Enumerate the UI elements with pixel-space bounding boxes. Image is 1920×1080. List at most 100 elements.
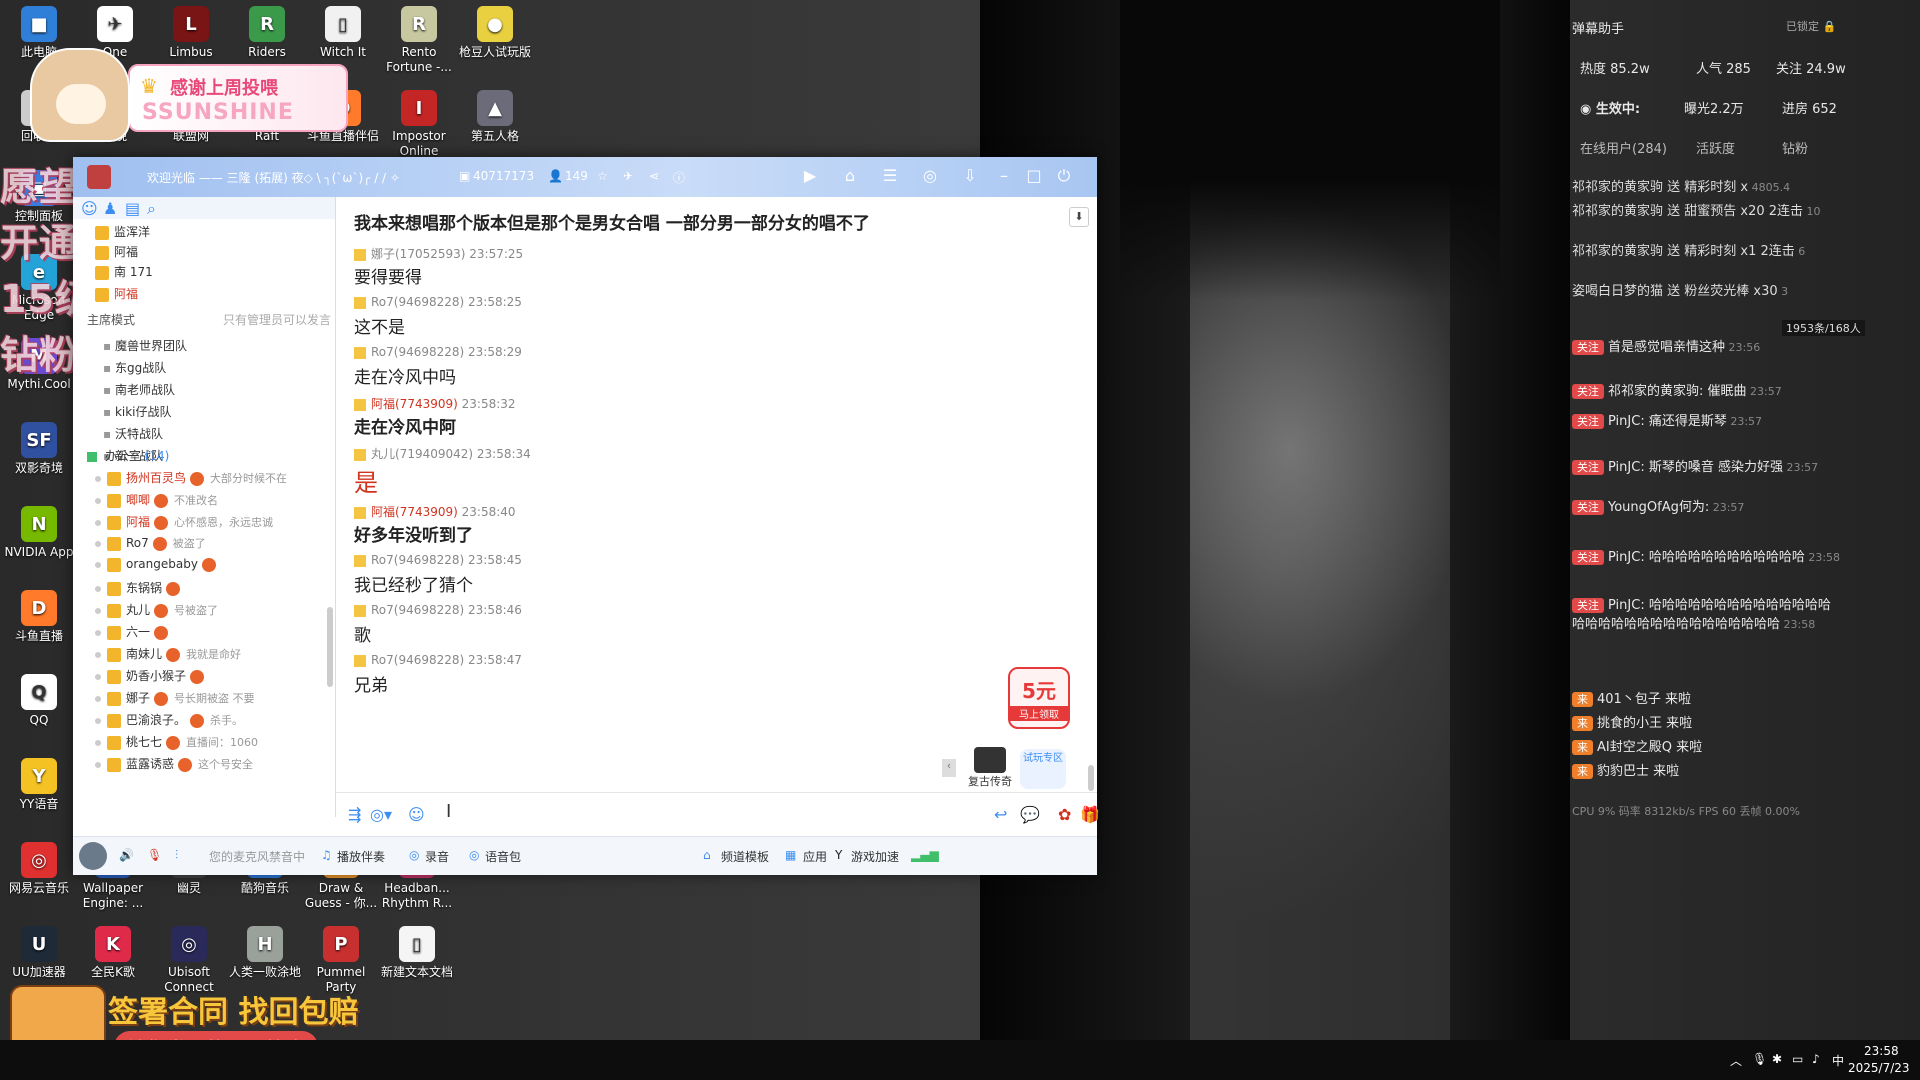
message-user[interactable]: Ro7(94698228) (371, 295, 464, 309)
minimize-icon[interactable]: – (993, 166, 1015, 188)
tray-bluetooth-icon[interactable]: ✱ (1772, 1052, 1782, 1066)
ad-collapse-button[interactable]: ‹ (942, 759, 956, 777)
danmaku-locked[interactable]: 已锁定 🔒 (1786, 18, 1836, 34)
tree-scrollbar[interactable] (327, 607, 333, 687)
reply-icon[interactable]: ↩ (994, 805, 1007, 824)
gift-icon[interactable]: 🎁 (1080, 805, 1100, 824)
team-item[interactable]: ▪ 南老师战队 (103, 381, 175, 401)
message-user[interactable]: 丸儿(719409042) (371, 447, 473, 461)
user-icon[interactable]: ☺ (81, 199, 98, 218)
record-button[interactable]: 录音 (425, 848, 449, 865)
tab-diamond-fans[interactable]: 钻粉 (1782, 138, 1808, 157)
desktop-icon-top-5[interactable]: R Rento Fortune -... (382, 6, 456, 75)
download-icon[interactable]: ⇩ (959, 166, 981, 188)
speaker-icon[interactable]: 🔊 (119, 848, 134, 862)
game-ad-1[interactable]: 复古传奇 (964, 747, 1016, 789)
tray-up-icon[interactable]: ︿ (1730, 1052, 1742, 1069)
member-item[interactable]: 阿福 心怀感恩，永远忠诚 (95, 513, 273, 533)
office-group[interactable]: 办公室 (14) (87, 447, 169, 467)
emoji-icon[interactable]: ☺ (408, 805, 425, 824)
tab-mode[interactable]: 主席模式 (87, 311, 135, 331)
member-item[interactable]: 娜子 号长期被盗 不要 (95, 689, 255, 709)
desktop-icon-left-4[interactable]: N NVIDIA App (2, 506, 76, 560)
member-item[interactable]: 东锅锅 (95, 579, 186, 599)
desktop-icon-bottom2-2[interactable]: H 人类一败涂地 (228, 926, 302, 980)
game-icon[interactable]: ◎▾ (370, 805, 392, 824)
member-item[interactable]: 奶香小猴子 (95, 667, 210, 687)
member-item[interactable]: 六一 (95, 623, 174, 643)
power-icon[interactable]: ⏻ (1053, 166, 1075, 188)
desktop-icon-top-4[interactable]: ▯ Witch It (306, 6, 380, 60)
desktop-icon-row2-6[interactable]: ▲ 第五人格 (458, 90, 532, 144)
member-item[interactable]: 扬州百灵鸟 大部分时候不在 (95, 469, 287, 489)
message-user[interactable]: Ro7(94698228) (371, 603, 464, 617)
vip-user-2[interactable]: 阿福 (95, 243, 138, 263)
team-item[interactable]: ▪ 魔兽世界团队 (103, 337, 187, 357)
desktop-icon-left-5[interactable]: D 斗鱼直播 (2, 590, 76, 644)
vip-user-3[interactable]: 南 171 (95, 263, 153, 283)
red-envelope-promo[interactable]: 5元 马上领取 (1008, 667, 1070, 729)
team-item[interactable]: ▪ 沃特战队 (103, 425, 163, 445)
flower-icon[interactable]: ✿ (1058, 805, 1071, 824)
tab-activity[interactable]: 活跃度 (1696, 138, 1735, 157)
accompany-button[interactable]: 播放伴奏 (337, 848, 385, 865)
message-user[interactable]: Ro7(94698228) (371, 553, 464, 567)
member-item[interactable]: 南妹儿 我就是命好 (95, 645, 241, 665)
member-item[interactable]: 桃七七 直播间：1060 (95, 733, 258, 753)
member-item[interactable]: 蓝露诱惑 这个号安全 (95, 755, 253, 775)
desktop-icon-bottom2-0[interactable]: K 全民K歌 (76, 926, 150, 980)
tray-network-icon[interactable]: ▭ (1792, 1052, 1803, 1066)
home-icon[interactable]: ⌂ (839, 166, 861, 188)
pin-icon[interactable]: ✈ (623, 169, 633, 183)
list-icon[interactable]: ☰ (879, 166, 901, 188)
desktop-icon-left-9[interactable]: U UU加速器 (2, 926, 76, 980)
mic-muted-icon[interactable]: 🎙 (147, 848, 162, 862)
apps-button[interactable]: 应用 (803, 848, 827, 865)
desktop-icon-top-3[interactable]: R Riders (230, 6, 304, 60)
member-item[interactable]: 巴渝浪子。 杀手。 (95, 711, 243, 731)
mixer-icon[interactable]: ⫶ (175, 848, 178, 863)
share-icon[interactable]: ⋖ (649, 169, 659, 183)
message-user[interactable]: 阿福(7743909) (371, 397, 458, 411)
desktop-icon-left-6[interactable]: Q QQ (2, 674, 76, 728)
template-button[interactable]: 频道模板 (721, 848, 769, 865)
video-icon[interactable]: ▶ (799, 166, 821, 188)
member-item[interactable]: orangebaby (95, 557, 222, 577)
tray-volume-icon[interactable]: ♪ (1812, 1052, 1820, 1066)
team-item[interactable]: ▪ 东gg战队 (103, 359, 166, 379)
vip-user-1[interactable]: 监浑洋 (95, 223, 150, 243)
tab-online-users[interactable]: 在线用户(284) (1580, 138, 1667, 157)
clock-time[interactable]: 23:58 (1864, 1044, 1899, 1058)
info-icon[interactable]: ⓘ (673, 169, 685, 186)
member-item[interactable]: 唧唧 不准改名 (95, 491, 218, 511)
voice-pack-button[interactable]: 语音包 (485, 848, 521, 865)
clock-date[interactable]: 2025/7/23 (1848, 1061, 1910, 1075)
game-boost-button[interactable]: 游戏加速 (851, 848, 899, 865)
chat-bubble-icon[interactable]: 💬 (1020, 805, 1040, 824)
send-effect-icon[interactable]: ⇶ (348, 805, 361, 824)
desktop-icon-left-8[interactable]: ◎ 网易云音乐 (2, 842, 76, 896)
desktop-icon-left-3[interactable]: SF 双影奇境 (2, 422, 76, 476)
desktop-icon-top-2[interactable]: L Limbus (154, 6, 228, 60)
search-icon[interactable]: ⌕ (147, 199, 156, 219)
people-icon[interactable]: ♟ (103, 199, 117, 218)
team-item[interactable]: ▪ kiki仔战队 (103, 403, 172, 423)
window-titlebar[interactable]: 欢迎光临 —— 三隆 (拓展) 夜◇ \ ╮(`ω`)╭ / / ✧ ▣ 407… (73, 157, 1097, 197)
self-avatar[interactable] (79, 842, 107, 870)
message-user[interactable]: 阿福(7743909) (371, 505, 458, 519)
top-user[interactable]: 阿福 (95, 285, 138, 305)
maximize-icon[interactable]: □ (1023, 166, 1045, 188)
message-user[interactable]: 娜子(17052593) (371, 247, 465, 261)
desktop-icon-bottom2-4[interactable]: ▯ 新建文本文档 (380, 926, 454, 980)
gamepad-icon[interactable]: ◎ (919, 166, 941, 188)
tray-mic-icon[interactable]: 🎙 (1752, 1052, 1767, 1066)
message-user[interactable]: Ro7(94698228) (371, 345, 464, 359)
desktop-icon-left-7[interactable]: Y YY语音 (2, 758, 76, 812)
desktop-icon-row2-5[interactable]: I Impostor Online (382, 90, 456, 159)
member-item[interactable]: 丸儿 号被盗了 (95, 601, 218, 621)
scroll-down-button[interactable]: ⬇ (1069, 207, 1089, 227)
card-icon[interactable]: ▤ (125, 199, 140, 218)
message-user[interactable]: Ro7(94698228) (371, 653, 464, 667)
message-scrollbar[interactable] (1088, 765, 1094, 791)
desktop-icon-top-6[interactable]: ● 枪豆人试玩版 (458, 6, 532, 60)
